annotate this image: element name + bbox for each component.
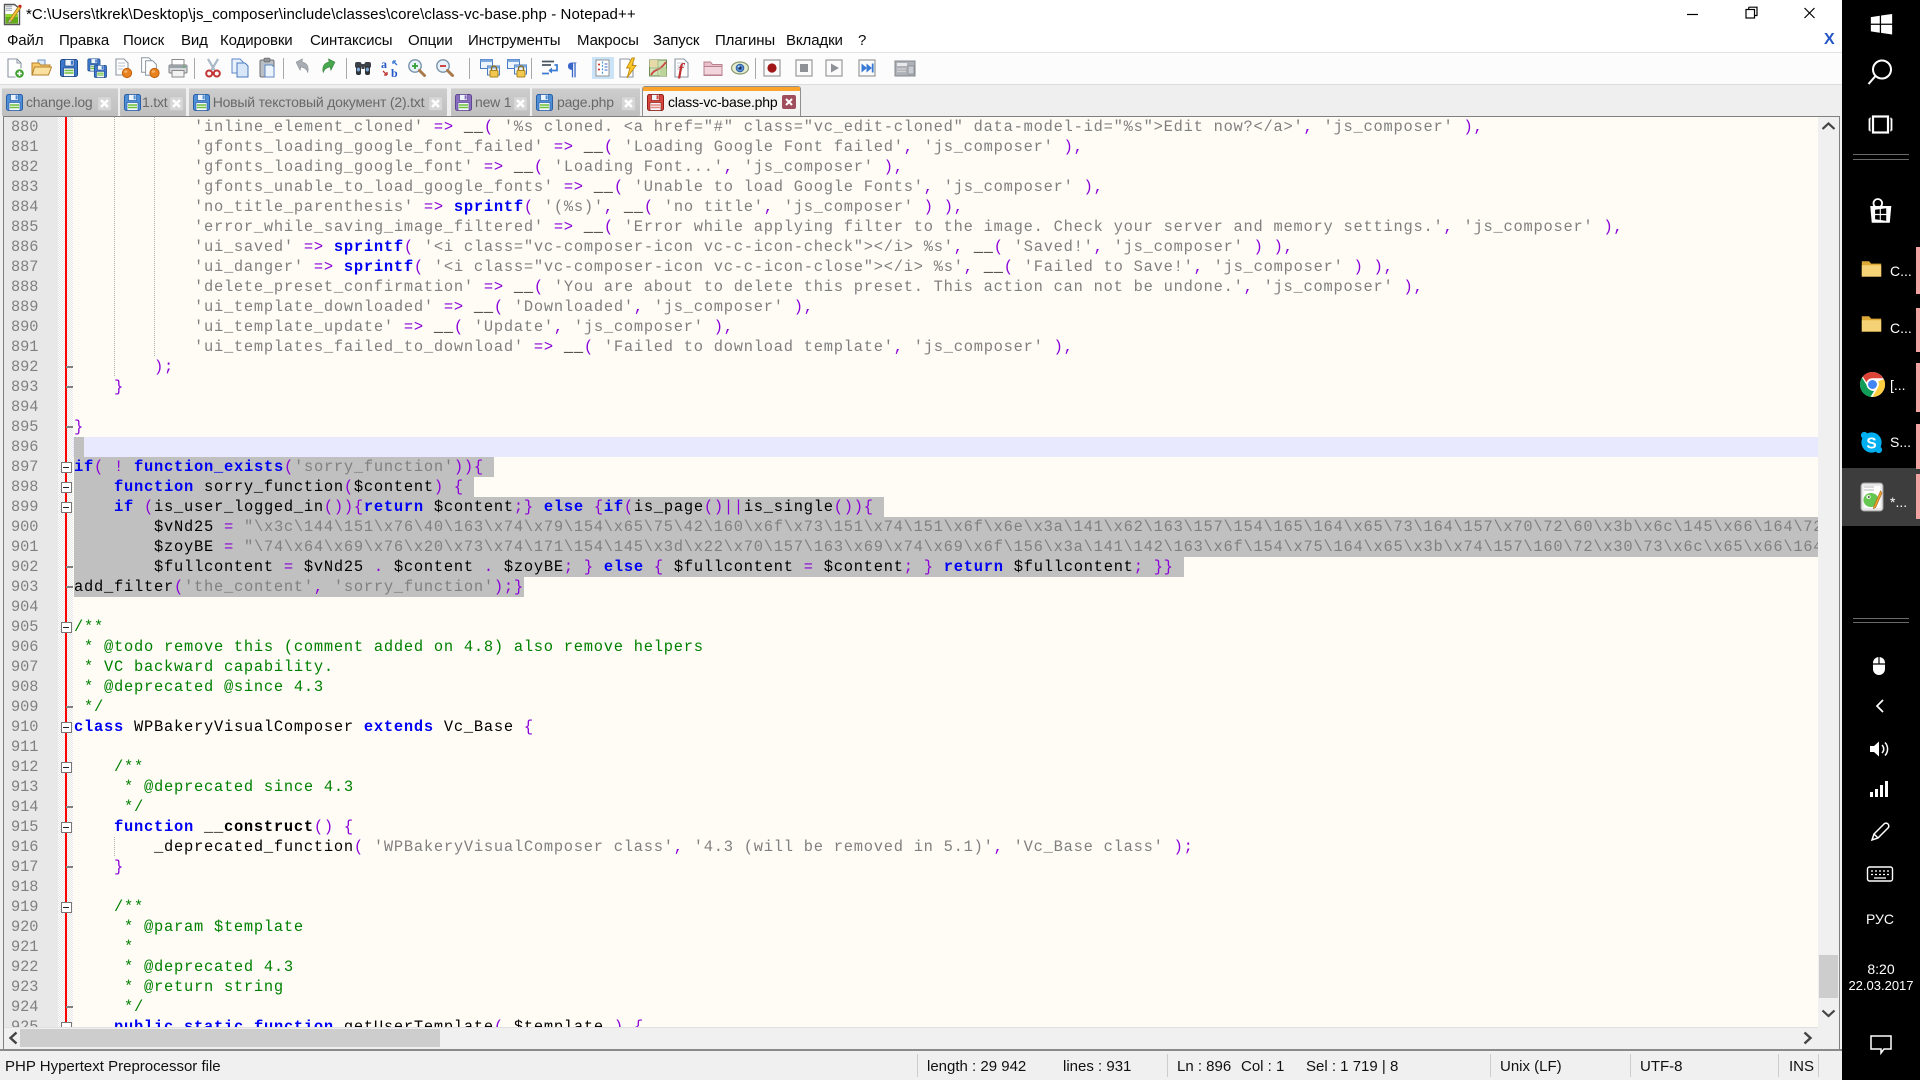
svg-text:¶: ¶ — [567, 59, 577, 79]
svg-text:b: b — [391, 66, 398, 79]
svg-text:S: S — [1866, 435, 1876, 452]
svg-text:a: a — [381, 57, 387, 71]
